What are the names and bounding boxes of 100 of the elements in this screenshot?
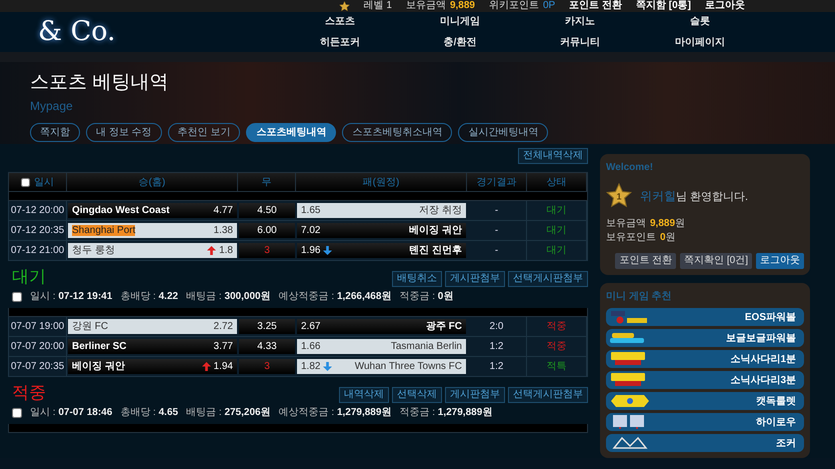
tab[interactable]: 쪽지함 [30,122,80,142]
away-odds-option[interactable]: 1.82 Wuhan Three Towns FC [297,359,466,374]
nav-link[interactable]: 커뮤니티 [520,35,640,50]
away-odds-option[interactable]: 2.67 광주 FC [297,319,466,334]
draw-odds-option[interactable]: 4.33 [239,339,295,354]
summary-text: 총배당 : 4.65 [120,406,178,420]
tab[interactable]: 스포츠베팅내역 [246,122,336,142]
odds-value: 1.82 [301,360,320,374]
top-link[interactable]: 쪽지함 [0통] [636,0,691,12]
nav-link[interactable]: 충/환전 [400,35,520,50]
action-button[interactable]: 게시판첨부 [445,271,505,287]
nav-link[interactable]: 마이페이지 [640,35,760,50]
nav-link[interactable]: 카지노 [520,14,640,29]
nav-link[interactable]: 슬롯 [640,14,760,29]
home-odds-option[interactable]: 청두 룽청 1.8 [68,243,237,258]
column-header: 경기결과 [476,176,516,190]
column-header: 승(홈) [138,176,166,190]
column-header: 무 [262,176,272,190]
action-button[interactable]: 게시판첨부 [445,387,505,403]
draw-odds-option[interactable]: 3 [239,359,295,374]
time-cell: 07-07 20:35 [9,357,67,376]
greeting-text: 님 환영합니다. [676,190,748,205]
time-cell: 07-12 20:00 [9,201,67,220]
home-odds-option[interactable]: 베이징 궈안 1.94 [68,359,237,374]
team-name: 저장 취정 [418,204,462,218]
account-button[interactable]: 포인트 전환 [615,253,676,269]
tab[interactable]: 스포츠베팅취소내역 [342,122,452,142]
summary-text: 적중금 : 1,279,889원 [399,406,492,420]
team-name: Tasmania Berlin [390,340,462,354]
odds-value: 1.66 [301,340,320,354]
result-cell: 1:2 [467,357,527,376]
tab[interactable]: 실시간베팅내역 [458,122,548,142]
unit-text: 원 [666,231,676,245]
team-name: Qingdao West Coast [72,204,171,218]
info-value: 9,889 [450,0,475,12]
nav-link[interactable]: 미니게임 [400,14,520,29]
team-name: 강원 FC [72,320,110,334]
checkbox[interactable] [12,408,22,418]
balance-label: 보유금액 [606,217,646,231]
home-odds-option[interactable]: Berliner SC 3.77 [68,339,237,354]
draw-odds-option[interactable]: 3 [239,243,295,258]
result-cell: 2:0 [467,317,527,336]
group-status-heading: 적중 [12,383,46,403]
game-logo-icon [610,436,650,450]
action-button[interactable]: 배팅취소 [392,271,442,287]
summary-text: 총배당 : 4.22 [120,290,178,304]
team-name: 광주 FC [424,320,462,334]
action-button[interactable]: 선택게시판첨부 [508,387,588,403]
game-item[interactable]: 캣독룰렛 [606,392,804,410]
game-item[interactable]: 하이로우 [606,413,804,431]
draw-odds-option[interactable]: 6.00 [239,223,295,238]
draw-odds-option[interactable]: 4.50 [239,203,295,218]
status-text: 대기 [527,241,587,260]
column-header: 일시 [34,176,54,190]
nav-link[interactable]: 스포츠 [280,14,400,29]
summary-text: 배팅금 : 300,000원 [186,290,271,304]
game-item[interactable]: 소닉사다리1분 [606,350,804,368]
action-button[interactable]: 선택삭제 [392,387,442,403]
top-link[interactable]: 로그아웃 [705,0,745,12]
away-odds-option[interactable]: 7.02 베이징 궈안 [297,223,466,238]
odds-value: 1.38 [214,224,233,238]
nav-link[interactable]: 히든포커 [280,35,400,50]
card-title: 미니 게임 추천 [606,290,673,304]
account-button[interactable]: 쪽지확인 [0건] [680,253,752,269]
team-name: 청두 룽청 [72,244,116,258]
account-button[interactable]: 로그아웃 [756,253,804,269]
odds-value: 7.02 [301,224,320,238]
user-name: 위커힐 [640,188,676,205]
balance-value: 0 [660,231,666,245]
away-odds-option[interactable]: 1.96 톈진 진먼후 [297,243,466,258]
away-odds-option[interactable]: 1.65 저장 취정 [297,203,466,218]
game-item[interactable]: 소닉사다리3분 [606,371,804,389]
group-status-heading: 대기 [12,267,46,287]
odds-value: 2.72 [214,320,233,334]
game-item[interactable]: 조커 [606,434,804,452]
home-odds-option[interactable]: 강원 FC 2.72 [68,319,237,334]
action-button[interactable]: 선택게시판첨부 [508,271,588,287]
checkbox[interactable] [21,178,30,186]
balance-label: 보유포인트 [606,231,656,245]
game-item[interactable]: EOS파워볼 [606,308,804,326]
tab[interactable]: 내 정보 수정 [86,122,162,142]
page-title: 스포츠 베팅내역 [30,72,170,95]
action-button[interactable]: 내역삭제 [339,387,389,403]
delete-all-button[interactable]: 전체내역삭제 [518,148,588,164]
summary-text: 예상적중금 : 1,266,468원 [278,290,392,304]
tab[interactable]: 추천인 보기 [168,122,240,142]
summary-text: 일시 : 07-12 19:41 [30,290,112,304]
game-item[interactable]: 보글보글파워볼 [606,329,804,347]
top-link[interactable]: 포인트 전환 [569,0,622,12]
draw-odds-option[interactable]: 3.25 [239,319,295,334]
checkbox[interactable] [12,292,22,302]
team-name: Berliner SC [72,340,128,354]
odds-value: 1.94 [214,360,233,374]
logo[interactable]: & Co. [0,12,280,52]
away-odds-option[interactable]: 1.66 Tasmania Berlin [297,339,466,354]
page-subtitle: Mypage [30,98,74,115]
result-cell: - [467,241,527,260]
level-text: 레벨 1 [364,0,392,12]
column-header: 패(원정) [362,176,400,190]
home-odds-option[interactable]: Qingdao West Coast 4.77 [68,203,237,218]
